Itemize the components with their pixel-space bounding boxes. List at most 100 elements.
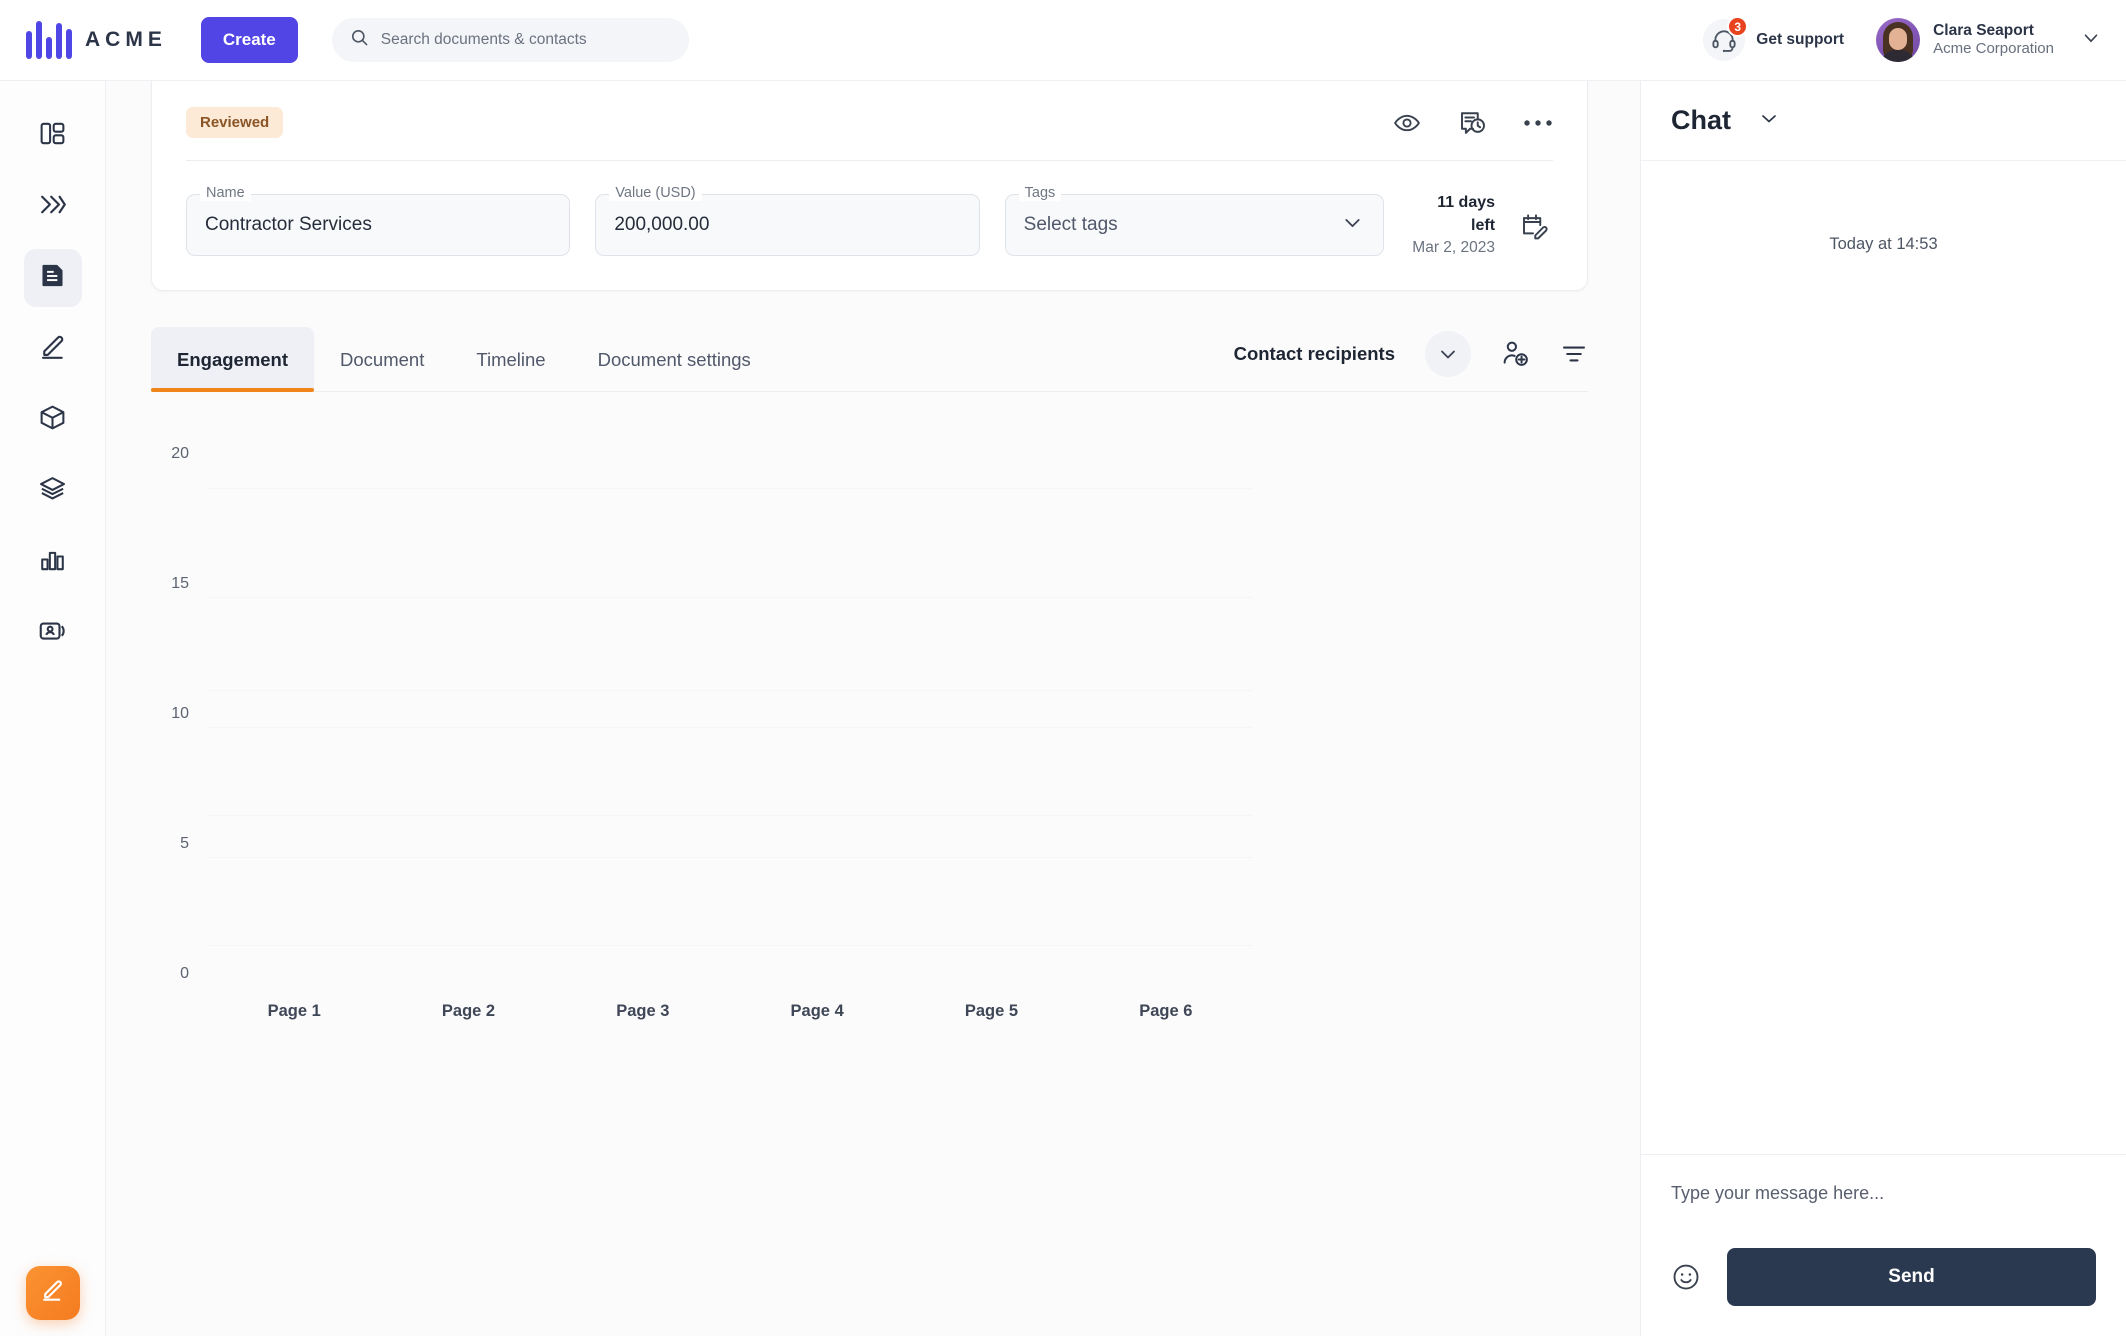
sidebar-item-contacts[interactable] xyxy=(24,604,82,662)
tab-timeline[interactable]: Timeline xyxy=(450,327,571,391)
tab-engagement[interactable]: Engagement xyxy=(151,326,315,392)
x-axis-tick-0: Page 1 xyxy=(267,1001,321,1020)
gridline xyxy=(207,628,1253,630)
due-date-texts: 11 days left Mar 2, 2023 xyxy=(1409,191,1495,260)
more-horizontal-icon[interactable] xyxy=(1523,118,1553,128)
due-date-block: 11 days left Mar 2, 2023 xyxy=(1409,191,1553,260)
value-field[interactable]: Value (USD) 200,000.00 xyxy=(595,185,980,257)
gridline xyxy=(207,888,1253,890)
cube-icon xyxy=(38,403,67,437)
gridline xyxy=(207,596,1253,598)
name-field[interactable]: Name Contractor Services xyxy=(186,185,571,257)
sidebar-item-dashboard[interactable] xyxy=(24,107,82,165)
y-axis-tick-1: 15 xyxy=(171,574,189,592)
y-axis-tick-2: 10 xyxy=(171,704,189,722)
engagement-chart: 20 15 10 5 0 Page 1 Page 2 Page 3 Page 4… xyxy=(151,392,1588,1092)
sidebar-item-workflows[interactable] xyxy=(24,178,82,236)
chat-message-input[interactable]: Type your message here... xyxy=(1671,1183,2096,1204)
double-chevron-right-icon xyxy=(37,189,68,225)
app-root: ACME Create Search documents & contacts xyxy=(0,0,2126,1336)
document-card-actions xyxy=(1393,108,1553,138)
gridline xyxy=(207,487,1253,489)
gridline xyxy=(207,758,1253,760)
user-identity: Clara Seaport Acme Corporation xyxy=(1933,21,2054,59)
preview-eye-icon[interactable] xyxy=(1393,109,1421,137)
y-axis-tick-0: 20 xyxy=(171,444,189,462)
sidebar-item-assets[interactable] xyxy=(24,391,82,449)
due-date: Mar 2, 2023 xyxy=(1412,239,1496,257)
user-menu-chevron-down-icon[interactable] xyxy=(2080,27,2102,54)
top-bar-right: 3 Get support Clara Seaport Acme Corpora… xyxy=(1693,13,2102,67)
chat-messages: Today at 14:53 xyxy=(1641,161,2126,1154)
gridline xyxy=(207,971,1253,973)
gridline xyxy=(207,726,1253,728)
sidebar-item-documents[interactable] xyxy=(23,249,82,307)
user-organization: Acme Corporation xyxy=(1933,40,2054,58)
chat-timestamp: Today at 14:53 xyxy=(1829,235,1938,253)
chat-send-row: Send xyxy=(1671,1248,2096,1306)
brand-logo[interactable]: ACME xyxy=(26,21,167,59)
tab-document[interactable]: Document xyxy=(314,327,450,391)
tags-field-value: Select tags xyxy=(1023,214,1118,236)
gridline xyxy=(207,945,1253,947)
status-badge: Reviewed xyxy=(186,107,284,138)
document-card-top-row: Reviewed xyxy=(186,107,1553,138)
chat-panel: Chat Today at 14:53 Type your message he… xyxy=(1640,81,2126,1336)
calendar-edit-icon[interactable] xyxy=(1519,210,1549,240)
contact-recipients-label[interactable]: Contact recipients xyxy=(1234,343,1395,365)
create-button[interactable]: Create xyxy=(200,17,298,63)
sidebar-item-templates[interactable] xyxy=(24,462,82,520)
y-axis-tick-4: 0 xyxy=(180,964,189,982)
name-field-label: Name xyxy=(200,185,251,202)
add-person-icon[interactable] xyxy=(1501,339,1530,368)
user-name: Clara Seaport xyxy=(1933,21,2034,39)
chat-collapse-chevron-down-icon[interactable] xyxy=(1757,106,1781,135)
gridline xyxy=(207,690,1253,692)
sign-pencil-icon xyxy=(38,332,68,367)
contact-card-icon xyxy=(38,616,68,651)
get-support-button[interactable]: 3 Get support xyxy=(1693,13,1854,67)
document-history-icon[interactable] xyxy=(1457,108,1487,138)
search-icon xyxy=(350,28,369,52)
get-support-label: Get support xyxy=(1756,31,1845,48)
bar-chart-icon xyxy=(38,545,67,579)
filter-icon[interactable] xyxy=(1560,340,1588,368)
y-axis-tick-3: 5 xyxy=(180,834,189,852)
acme-bars-logo-icon xyxy=(26,21,72,59)
tab-document-settings[interactable]: Document settings xyxy=(572,327,777,391)
search-placeholder: Search documents & contacts xyxy=(380,31,587,48)
content-tabs: Engagement Document Timeline Document se… xyxy=(151,326,1588,392)
x-axis-labels: Page 1 Page 2 Page 3 Page 4 Page 5 Page … xyxy=(207,1002,1253,1021)
send-button[interactable]: Send xyxy=(1727,1248,2096,1306)
document-fields-row: Name Contractor Services Value (USD) 200… xyxy=(186,161,1553,260)
smiley-icon[interactable] xyxy=(1671,1262,1701,1292)
brand-name: ACME xyxy=(85,28,167,51)
body-row: Reviewed Name Contractor Services Value … xyxy=(0,81,2126,1336)
due-days-left: 11 days left xyxy=(1437,194,1496,235)
name-field-value: Contractor Services xyxy=(205,214,372,236)
chat-header: Chat xyxy=(1641,81,2126,161)
tags-field-label: Tags xyxy=(1018,185,1062,202)
chat-title: Chat xyxy=(1671,105,1731,135)
sidebar-item-reports[interactable] xyxy=(24,533,82,591)
edit-pencil-icon xyxy=(39,1277,66,1309)
tags-chevron-down-icon xyxy=(1340,210,1365,240)
floating-action-wrap xyxy=(25,1266,80,1320)
document-icon xyxy=(38,261,67,295)
user-menu[interactable]: Clara Seaport Acme Corporation xyxy=(1876,18,2054,62)
left-sidebar xyxy=(0,81,106,1336)
tabs-right-actions: Contact recipients xyxy=(1234,330,1588,391)
x-axis-tick-3: Page 4 xyxy=(790,1001,844,1020)
chat-composer: Type your message here... Send xyxy=(1641,1154,2126,1336)
tags-select[interactable]: Tags Select tags xyxy=(1004,185,1384,257)
contact-recipients-chevron-down-icon[interactable] xyxy=(1425,330,1471,377)
x-axis-tick-1: Page 2 xyxy=(441,1001,496,1020)
value-field-value: 200,000.00 xyxy=(614,214,710,236)
search-input[interactable]: Search documents & contacts xyxy=(331,18,689,62)
edit-pencil-fab-button[interactable] xyxy=(25,1266,80,1320)
top-bar: ACME Create Search documents & contacts xyxy=(0,0,2126,81)
gridline xyxy=(207,856,1253,858)
chart-canvas: 20 15 10 5 0 Page 1 Page 2 Page 3 Page 4… xyxy=(151,445,1588,1020)
sidebar-item-sign[interactable] xyxy=(24,320,82,378)
layers-icon xyxy=(38,474,67,508)
